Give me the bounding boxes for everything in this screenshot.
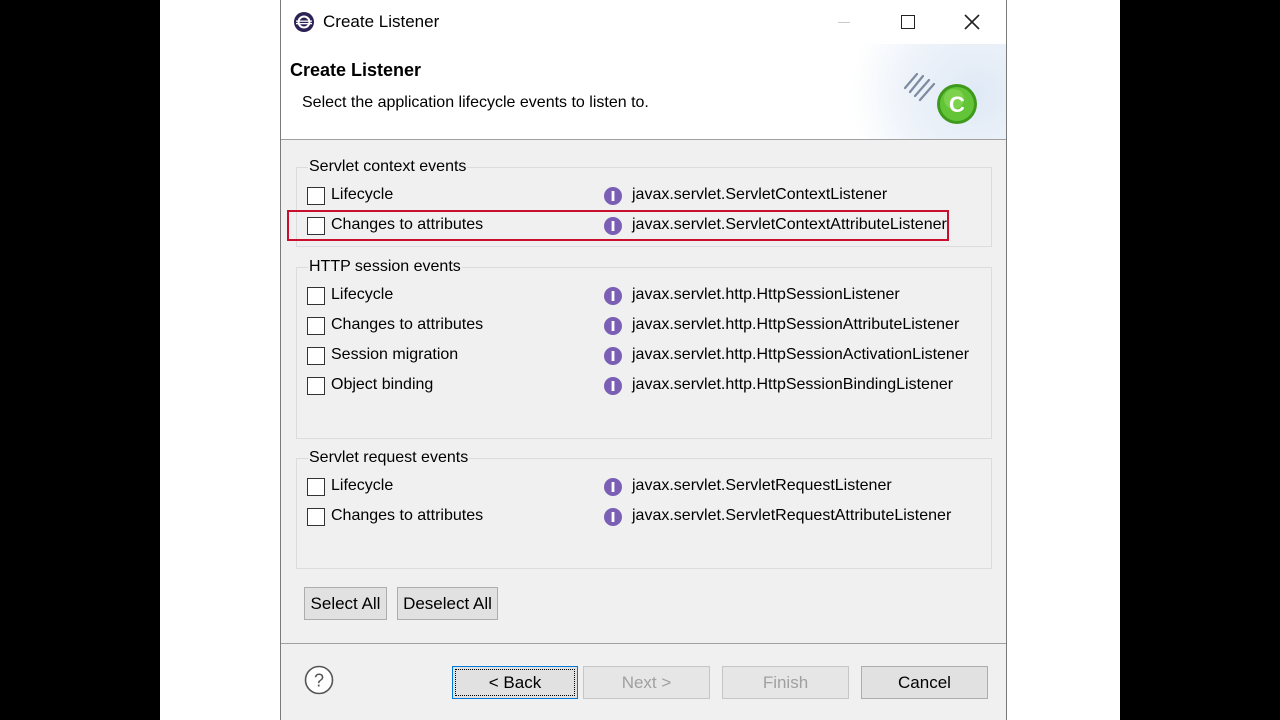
footer-separator [281,643,1006,644]
checkbox-label: Session migration [331,346,459,363]
page-title: Create Listener [290,60,422,80]
maximize-icon [901,15,915,29]
title-bar: Create Listener [281,0,1006,44]
checkbox-row[interactable]: Session migration javax.servlet.http.Htt… [307,344,969,368]
checkbox-label: Lifecycle [331,477,394,494]
group-label-http-session: HTTP session events [308,258,462,276]
wizard-header: Create Listener Select the application l… [281,44,1006,140]
interface-icon [604,478,622,496]
cancel-button[interactable]: Cancel [861,666,988,699]
interface-icon [604,317,622,335]
wizard-class-icon: C [903,72,977,124]
checkbox-label: Changes to attributes [331,507,484,524]
checkbox-label: Lifecycle [331,186,394,203]
checkbox-label: Lifecycle [331,286,394,303]
close-icon [964,14,980,30]
listener-class: javax.servlet.http.HttpSessionListener [632,286,900,303]
checkbox[interactable] [307,478,325,496]
checkbox-row[interactable]: Changes to attributes javax.servlet.http… [307,314,959,338]
group-label-servlet-request: Servlet request events [308,449,470,467]
checkbox-row[interactable]: Lifecycle javax.servlet.ServletRequestLi… [307,475,947,499]
close-button[interactable] [949,0,995,44]
checkbox[interactable] [307,377,325,395]
highlight-box [287,210,949,241]
checkbox[interactable] [307,508,325,526]
listener-class: javax.servlet.ServletRequestAttributeLis… [632,507,952,524]
listener-class: javax.servlet.ServletRequestListener [632,477,892,494]
minimize-icon [838,21,850,23]
deselect-all-button[interactable]: Deselect All [397,587,498,620]
finish-button[interactable]: Finish [722,666,849,699]
listener-class: javax.servlet.http.HttpSessionBindingLis… [632,376,954,393]
checkbox-label: Changes to attributes [331,316,484,333]
listener-class: javax.servlet.http.HttpSessionActivation… [632,346,970,363]
checkbox-row[interactable]: Object binding javax.servlet.http.HttpSe… [307,374,953,398]
checkbox-row[interactable]: Lifecycle javax.servlet.http.HttpSession… [307,284,947,308]
checkbox-row[interactable]: Lifecycle javax.servlet.ServletContextLi… [307,184,947,208]
listener-class: javax.servlet.ServletContextListener [632,186,888,203]
checkbox-label: Object binding [331,376,434,393]
select-all-button[interactable]: Select All [304,587,387,620]
maximize-button[interactable] [885,0,931,44]
page-description: Select the application lifecycle events … [302,94,649,111]
minimize-button[interactable] [821,0,867,44]
checkbox[interactable] [307,287,325,305]
interface-icon [604,347,622,365]
checkbox[interactable] [307,187,325,205]
checkbox-row[interactable]: Changes to attributes javax.servlet.Serv… [307,505,951,529]
create-listener-dialog: Create Listener Create Listener Select t… [280,0,1007,720]
window-title: Create Listener [323,12,440,31]
listener-class: javax.servlet.http.HttpSessionAttributeL… [632,316,960,333]
eclipse-icon [294,12,314,32]
group-label-servlet-context: Servlet context events [308,158,468,176]
back-button[interactable]: < Back [452,666,578,699]
interface-icon [604,287,622,305]
checkbox[interactable] [307,317,325,335]
interface-icon [604,187,622,205]
svg-text:C: C [949,92,965,117]
svg-text:?: ? [314,671,324,691]
next-button[interactable]: Next > [583,666,710,699]
interface-icon [604,508,622,526]
checkbox[interactable] [307,347,325,365]
help-icon[interactable]: ? [304,665,334,695]
interface-icon [604,377,622,395]
